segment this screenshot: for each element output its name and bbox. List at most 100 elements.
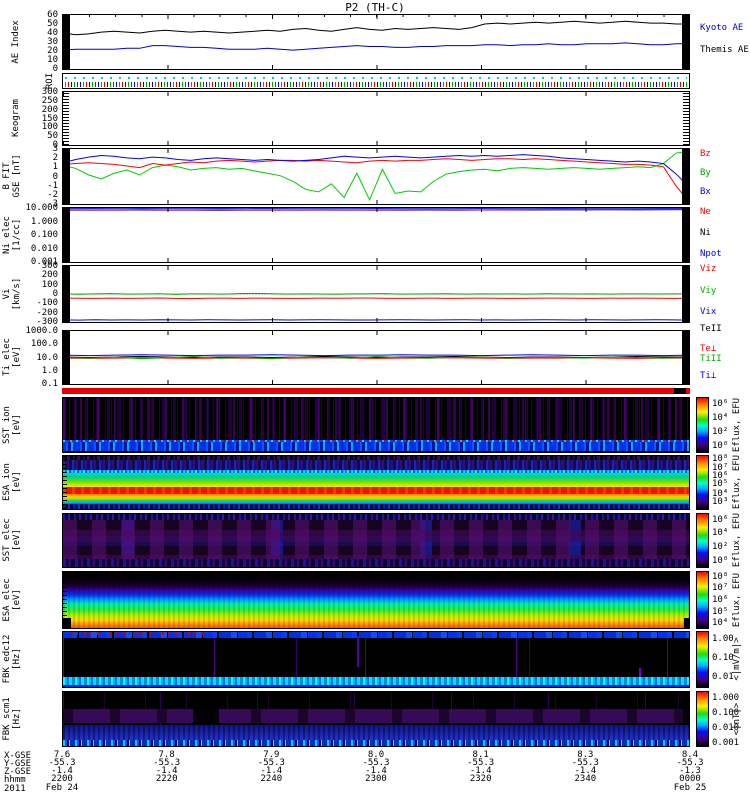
data-gap-bar — [682, 208, 689, 262]
density-y-ticks: 10.000 1.000 0.100 0.010 0.001 — [25, 203, 58, 267]
data-gap-bar — [682, 15, 689, 69]
ae-y-ticks: 60 50 40 30 20 10 0 — [47, 10, 58, 74]
sst-ion-axis-label: SST ion [eV] — [2, 406, 22, 444]
velocity-panel: 300 200 100 0 -100 -200 -300 — [36, 261, 690, 327]
keogram-panel: 300 250 200 150 100 50 0 — [42, 87, 690, 150]
data-gap-bar — [63, 149, 70, 204]
temperature-y-ticks: 1000.0 100.0 10.0 1.0 0.1 — [25, 326, 58, 389]
x-ticks — [63, 200, 689, 204]
time-column: 8.0 -55.3 -1.4 2300 — [362, 750, 390, 784]
esa-elec-colorbar — [696, 571, 709, 629]
line-label-ne: Ne — [700, 207, 711, 217]
line-label-tepar: TeII — [700, 324, 722, 334]
line-label-teperp: Te⊥ — [700, 344, 717, 354]
sst-ion-colorbar — [696, 397, 709, 453]
themis-summary-plot: P2 (TH-C) AE Index ROI Keogram B FIT GSE … — [0, 0, 750, 800]
time-column: 8.4 -55.3 -1.3 0000 Feb 25 — [673, 750, 707, 793]
page-title: P2 (TH-C) — [345, 1, 405, 14]
data-gap-bar — [682, 331, 689, 384]
data-gap-bar — [63, 266, 70, 322]
time-column: 8.1 -55.3 -1.4 2320 — [467, 750, 495, 784]
data-gap-bar — [63, 208, 70, 262]
ae-index-panel: 60 50 40 30 20 10 0 — [47, 10, 690, 74]
intense-flux-band — [63, 486, 689, 494]
esa-elec-spectrogram: 100010010 — [62, 571, 690, 629]
fbk-scm1-spectrogram: 100010010 — [62, 691, 690, 747]
esa-ion-axis-label: ESA ion [eV] — [2, 463, 22, 501]
x-ticks — [63, 92, 689, 96]
line-label-viy: Viy — [700, 286, 717, 296]
temperature-panel: 1000.0 100.0 10.0 1.0 0.1 — [25, 326, 690, 389]
data-gap-bar — [63, 15, 70, 69]
status-flag-bar — [62, 388, 690, 394]
line-label-ni: Ni — [700, 228, 711, 238]
line-label-kyoto-ae: Kyoto AE — [700, 23, 744, 33]
fbk-scm1-colorbar — [696, 691, 709, 747]
bfit-y-ticks: 3 2 1 0 -1 -2 -3 — [47, 144, 58, 209]
fbk-edc12-colorbar-unit: <|mV/m|> — [732, 637, 742, 681]
x-ticks — [63, 380, 689, 384]
line-label-npot: Npot — [700, 249, 722, 259]
x-ticks — [63, 331, 689, 335]
esa-ion-spectrogram: 1000 — [62, 455, 690, 510]
density-chart — [63, 208, 689, 262]
sst-elec-spectrogram: 10⁵ — [62, 513, 690, 568]
line-label-vix: Vix — [700, 307, 717, 317]
esa-ion-colorbar — [696, 455, 709, 510]
line-label-tipar: TiII — [700, 354, 722, 364]
line-label-by: By — [700, 168, 711, 178]
esa-ion-colorbar-unit: Eflux, EFU — [732, 454, 742, 510]
esa-elec-axis-label: ESA elec [eV] — [2, 578, 22, 622]
velocity-y-ticks: 300 200 100 0 -100 -200 -300 — [36, 261, 58, 327]
fbk-edc12-colorbar — [696, 631, 709, 688]
fbk-scm1-axis-label: FBK scm1 [Hz] — [2, 697, 22, 741]
x-ticks — [63, 208, 689, 212]
x-ticks — [63, 149, 689, 153]
tick-comb — [63, 92, 69, 145]
sst-ion-colorbar-unit: Eflux, EFU — [732, 397, 742, 453]
fbk-edc12-spectrogram: 100010010 — [62, 631, 690, 688]
line-label-bx: Bx — [700, 187, 711, 197]
roi-panel — [62, 73, 690, 89]
fbk-edc12-axis-label: FBK edc12 [Hz] — [2, 634, 22, 684]
density-panel: 10.000 1.000 0.100 0.010 0.001 — [25, 203, 690, 267]
data-gap-bar — [682, 149, 689, 204]
line-label-viz: Viz — [700, 264, 717, 274]
bfit-chart — [63, 149, 689, 204]
status-flag-gap — [674, 388, 686, 394]
data-gap-bar — [63, 331, 70, 384]
sst-elec-colorbar-unit: Eflux, EFU — [732, 512, 742, 568]
x-ticks — [63, 141, 689, 145]
x-minor-ticks — [63, 15, 689, 17]
blue-band — [63, 442, 689, 451]
row-label-year: 2011 — [4, 784, 26, 794]
cyan-band — [63, 677, 689, 685]
time-column: 7.9 -55.3 -1.4 2240 — [257, 750, 285, 784]
x-ticks — [63, 318, 689, 322]
line-label-bz: Bz — [700, 149, 711, 159]
sst-elec-axis-label: SST elec [eV] — [2, 518, 22, 562]
roi-cyan-dots — [65, 77, 687, 79]
keogram-y-ticks: 300 250 200 150 100 50 0 — [41, 87, 58, 150]
line-label-tiperp: Ti⊥ — [700, 371, 717, 381]
roi-flag-dashes — [65, 82, 687, 87]
x-ticks — [63, 266, 689, 270]
sst-elec-colorbar — [696, 513, 709, 568]
purple-band — [63, 708, 689, 724]
tick-comb — [63, 572, 67, 628]
line-label-themis-ae: Themis AE — [700, 45, 749, 55]
speckle-row — [63, 740, 689, 746]
burst-spike — [357, 636, 360, 667]
velocity-chart — [63, 266, 689, 322]
ae-index-chart — [63, 15, 689, 69]
esa-elec-colorbar-unit: Eflux, EFU — [732, 572, 742, 628]
data-gap-notch — [684, 618, 689, 628]
sst-ion-spectrogram: 10⁶10⁵ — [62, 397, 690, 453]
x-ticks — [63, 258, 689, 262]
temperature-chart — [63, 331, 689, 384]
x-ticks — [63, 65, 689, 69]
tick-comb — [63, 456, 67, 509]
fbk-scm1-colorbar-unit: <|nT|> — [732, 702, 742, 736]
time-column: 7.8 -55.3 -1.4 2220 — [153, 750, 181, 784]
time-column: 8.3 -55.3 -1.4 2340 — [571, 750, 599, 784]
